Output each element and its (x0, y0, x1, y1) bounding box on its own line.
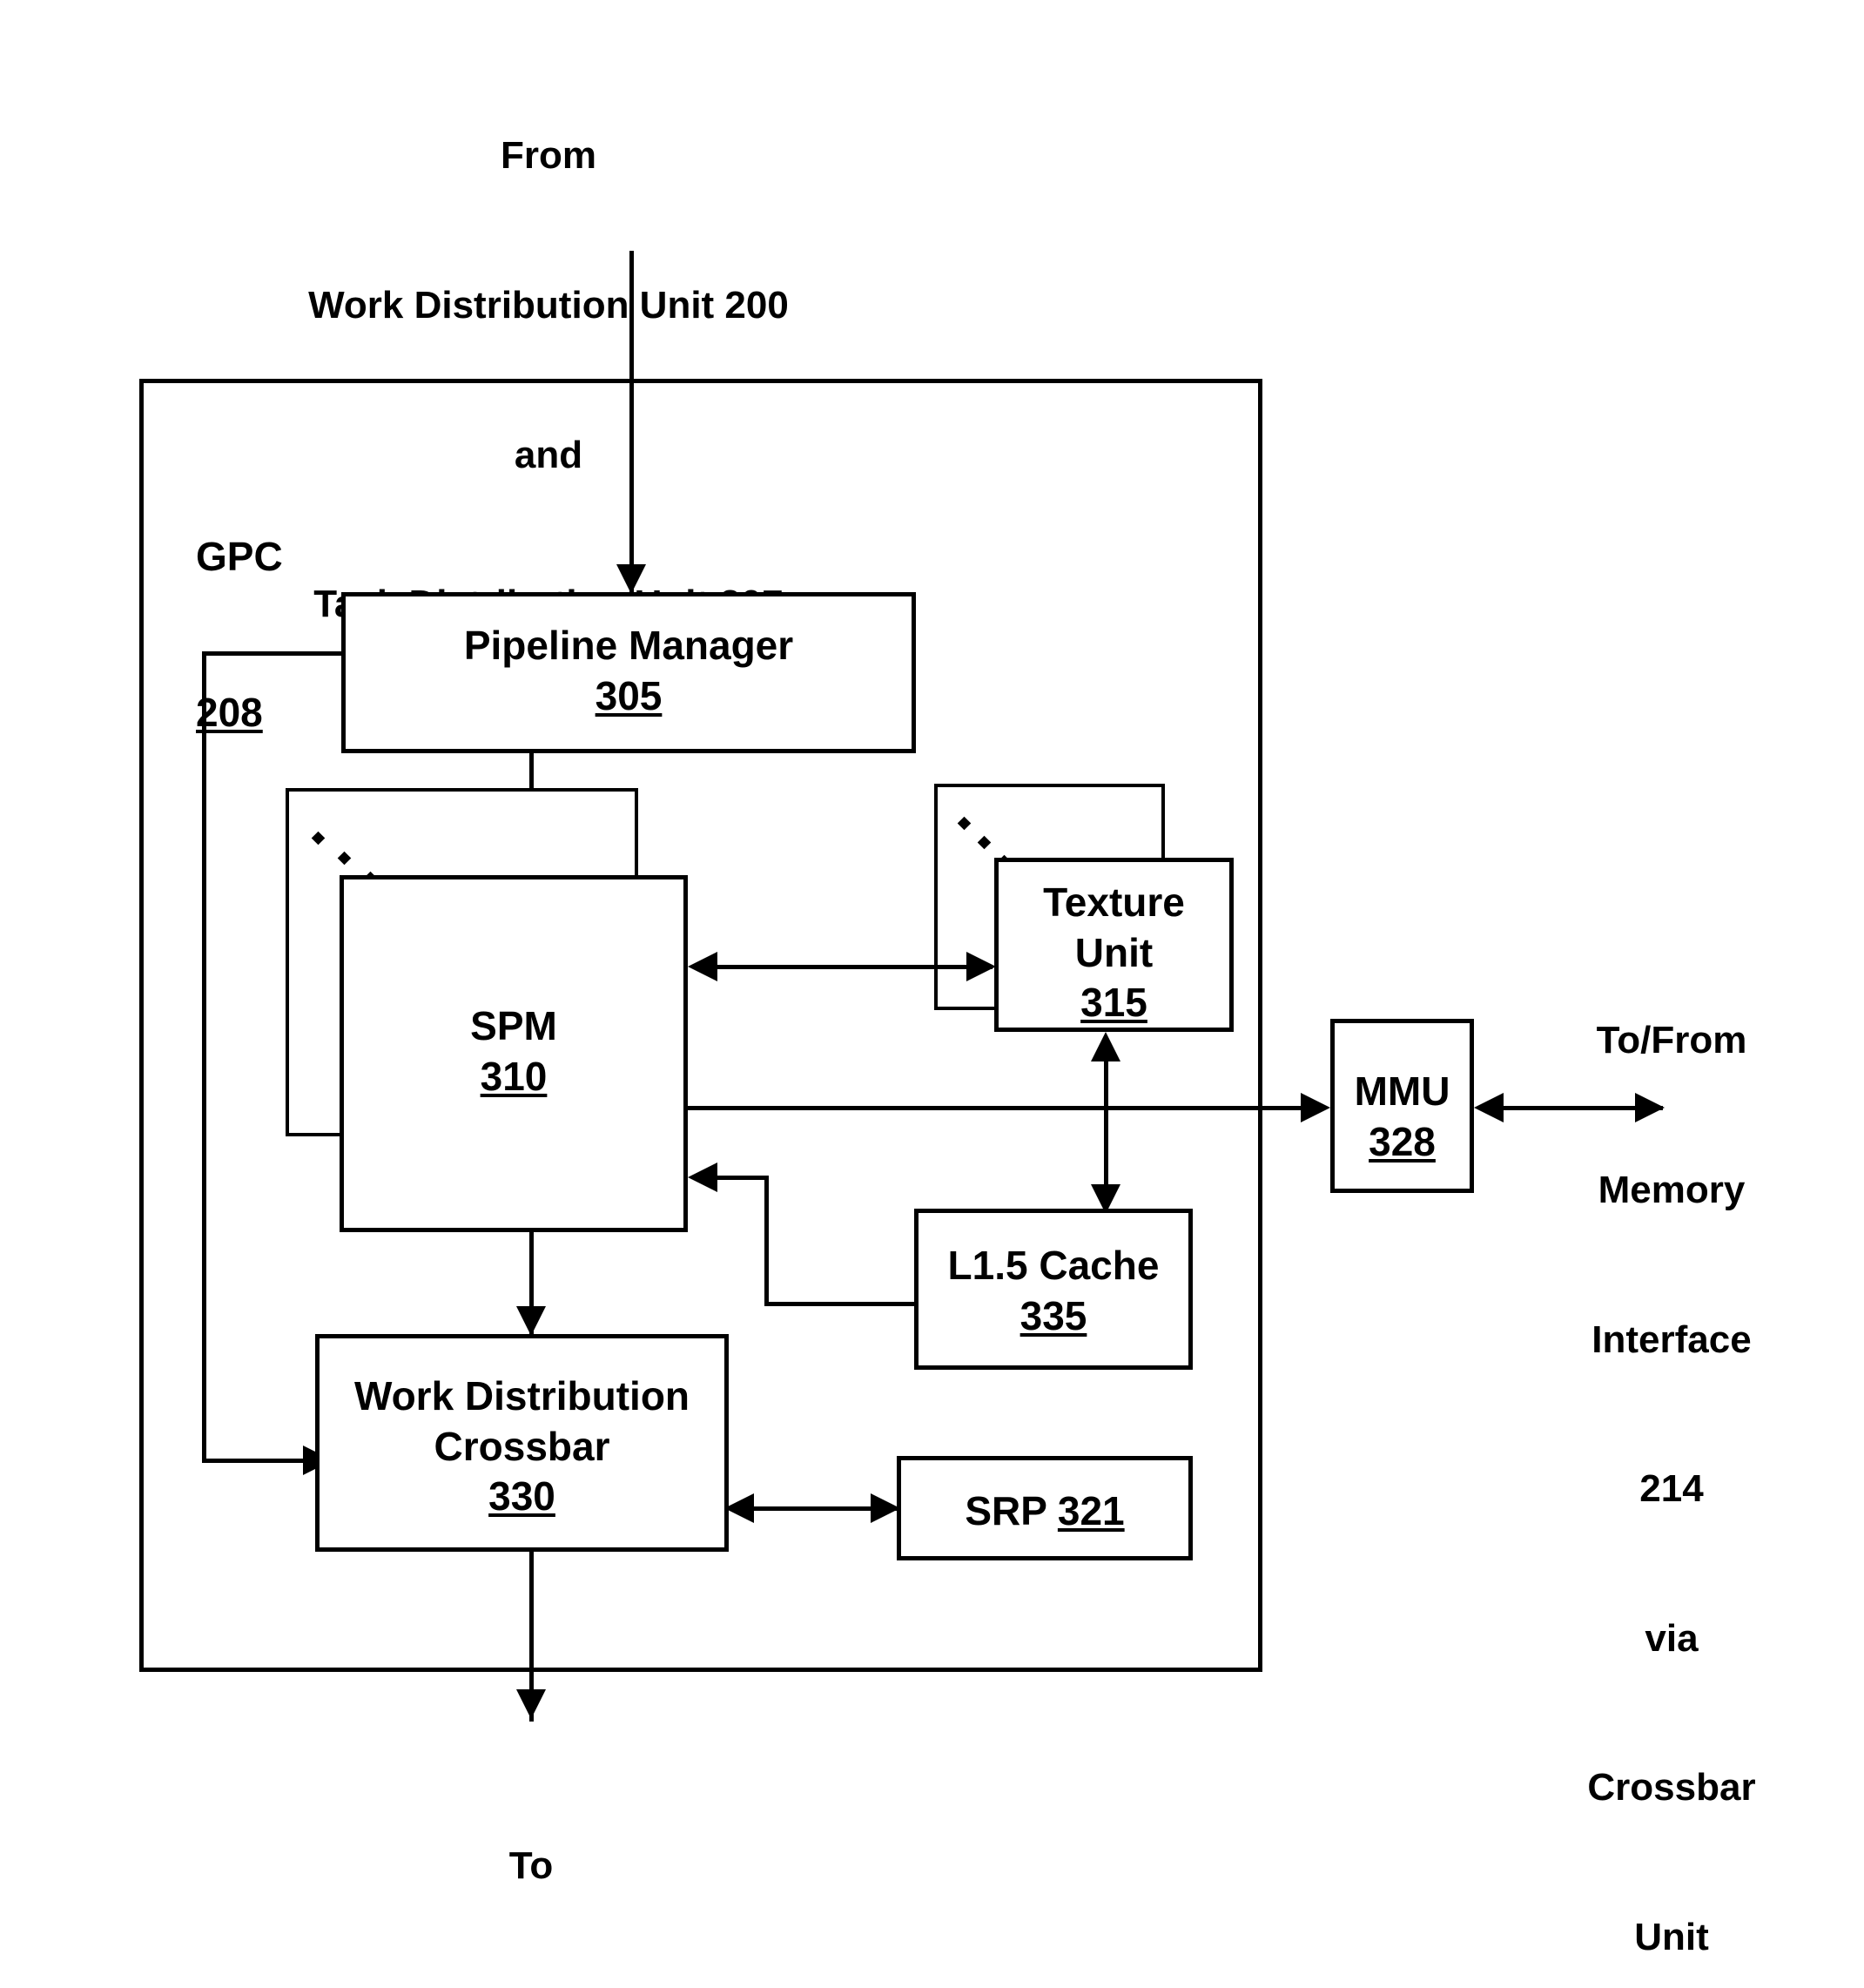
bottom-caption-line-1: To (508, 1844, 554, 1888)
block-work-distribution-crossbar[interactable]: Work Distribution Crossbar 330 (315, 1334, 729, 1552)
block-spm-label: SPM 310 (344, 1001, 683, 1102)
block-srp-ref: 321 (1057, 1488, 1125, 1533)
block-spm-name: SPM (470, 1003, 557, 1048)
arrow-crossbar-to-srp (871, 1493, 900, 1523)
right-caption-line-1: To/From (1596, 1019, 1747, 1062)
block-mmu-label: MMU 328 (1335, 1067, 1470, 1167)
connector-spm-texture-unit (714, 965, 993, 969)
block-spm-ref: 310 (480, 1053, 548, 1099)
block-texture-unit-label: Texture Unit 315 (999, 878, 1229, 1028)
block-srp-label: SRP 321 (901, 1486, 1188, 1537)
block-l15-cache-ref: 335 (1019, 1292, 1087, 1338)
block-mmu-ref: 328 (1369, 1118, 1436, 1164)
block-work-distribution-crossbar-name-line-2: Crossbar (434, 1423, 610, 1469)
right-caption-line-4: 214 (1639, 1467, 1704, 1511)
arrow-crossbar-to-output (516, 1689, 546, 1719)
top-caption-line-1: From (501, 134, 596, 178)
block-texture-unit-ref: 315 (1080, 980, 1147, 1025)
block-texture-unit-name-line-1: Texture (1043, 879, 1185, 925)
block-work-distribution-crossbar-label: Work Distribution Crossbar 330 (320, 1371, 724, 1522)
gpc-label-name: GPC (196, 533, 283, 579)
arrow-spm-to-crossbar (516, 1306, 546, 1336)
arrow-spm-to-texture-unit (966, 952, 996, 981)
arrow-bus-to-texture-unit (1091, 1032, 1120, 1061)
right-caption-line-6: Crossbar (1587, 1766, 1756, 1809)
block-srp[interactable]: SRP 321 (897, 1456, 1193, 1560)
block-srp-name: SRP (965, 1488, 1047, 1533)
block-texture-unit[interactable]: Texture Unit 315 (994, 858, 1234, 1032)
arrow-spm-to-mmu (1301, 1093, 1330, 1122)
block-texture-unit-name-line-2: Unit (1074, 929, 1154, 975)
right-caption-line-3: Interface (1591, 1317, 1752, 1361)
diagram-canvas: From Work Distribution Unit 200 and Task… (0, 0, 1864, 1988)
arrow-memory-interface-to-mmu (1474, 1093, 1504, 1122)
block-pipeline-manager-name: Pipeline Manager (463, 623, 794, 668)
block-pipeline-manager-ref: 305 (595, 672, 663, 718)
connector-spm-to-mmu (688, 1106, 1302, 1110)
right-caption-line-7: Unit (1634, 1915, 1709, 1958)
block-mmu-name: MMU (1354, 1068, 1450, 1114)
block-mmu[interactable]: MMU 328 (1330, 1019, 1474, 1193)
connector-l15-cache-return-bottom (764, 1302, 917, 1306)
connector-l15-cache-return-top (716, 1176, 768, 1180)
block-spm[interactable]: SPM 310 (340, 875, 688, 1232)
arrow-texture-unit-to-spm (688, 952, 717, 981)
bottom-caption: To Crossbar Unit 210 and GPCs 208 (322, 1742, 740, 1988)
connector-l15-cache-return-vertical (764, 1176, 769, 1304)
block-pipeline-manager-label: Pipeline Manager 305 (346, 621, 912, 721)
block-l15-cache[interactable]: L1.5 Cache 335 (914, 1209, 1193, 1370)
right-caption: To/From Memory Interface 214 via Crossba… (1537, 916, 1807, 1988)
block-pipeline-manager[interactable]: Pipeline Manager 305 (341, 592, 916, 753)
block-work-distribution-crossbar-ref: 330 (488, 1473, 555, 1519)
connector-pipeline-manager-feedback-top (202, 651, 343, 656)
connector-pipeline-manager-feedback-bottom (202, 1459, 315, 1463)
arrow-l15-cache-to-spm (688, 1162, 717, 1192)
arrow-srp-to-crossbar (724, 1493, 754, 1523)
block-work-distribution-crossbar-name-line-1: Work Distribution (353, 1373, 690, 1419)
block-l15-cache-name: L1.5 Cache (947, 1243, 1160, 1288)
block-l15-cache-label: L1.5 Cache 335 (919, 1241, 1188, 1341)
connector-pipeline-manager-feedback-vertical (202, 651, 206, 1463)
right-caption-line-2: Memory (1598, 1168, 1746, 1211)
right-caption-line-5: via (1645, 1616, 1699, 1660)
top-caption-line-2: Work Distribution Unit 200 (308, 283, 789, 327)
